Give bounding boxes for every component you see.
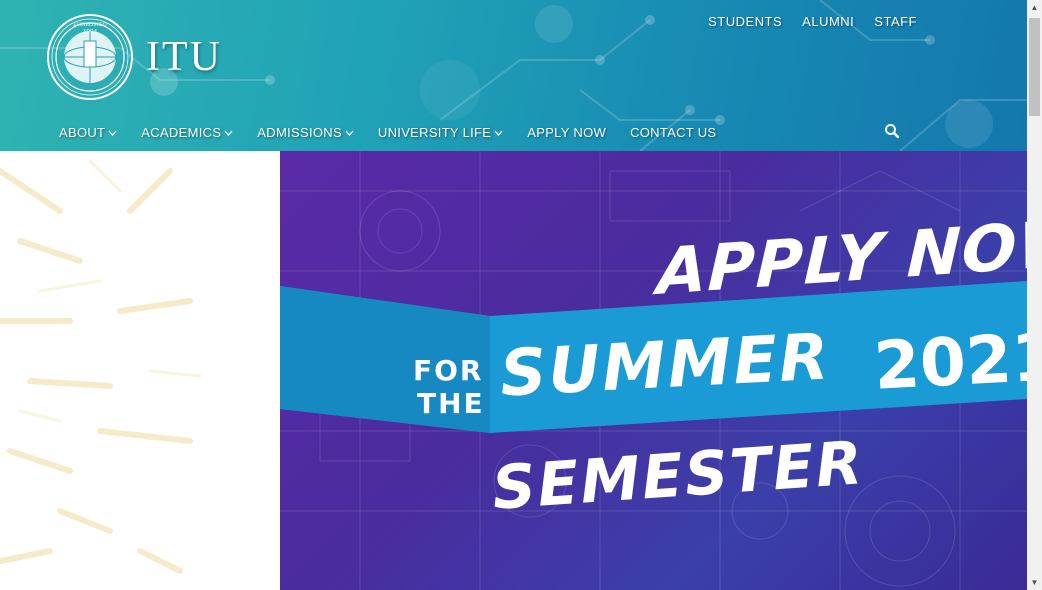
site-header: ESTABLISHED 1994 ITU STUDENTS ALUMNI STA…	[0, 0, 1027, 151]
nav-item-admissions[interactable]: ADMISSIONS	[257, 125, 354, 140]
hero-side-panel	[0, 151, 280, 590]
hero-for: FOR	[413, 354, 484, 387]
main-nav: ABOUT ACADEMICS ADMISSIONS UNIVERSITY LI…	[59, 125, 740, 140]
nav-label: ABOUT	[59, 125, 106, 140]
scroll-down-arrow-icon[interactable]: ▼	[1027, 575, 1042, 590]
utility-link-students[interactable]: STUDENTS	[708, 14, 782, 29]
chevron-down-icon	[494, 130, 503, 136]
chevron-down-icon	[224, 130, 233, 136]
hero-the: THE	[417, 387, 485, 420]
utility-link-alumni[interactable]: ALUMNI	[802, 14, 854, 29]
nav-item-academics[interactable]: ACADEMICS	[141, 125, 233, 140]
nav-item-apply-now[interactable]: APPLY NOW	[527, 125, 606, 140]
svg-text:1994: 1994	[83, 28, 98, 36]
scroll-thumb[interactable]	[1029, 18, 1040, 116]
nav-label: ADMISSIONS	[257, 125, 342, 140]
hero-year: 2021	[872, 318, 1027, 405]
scroll-up-arrow-icon[interactable]: ▲	[1027, 0, 1042, 15]
nav-item-about[interactable]: ABOUT	[59, 125, 117, 140]
nav-label: APPLY NOW	[527, 125, 607, 140]
nav-item-contact-us[interactable]: CONTACT US	[630, 125, 716, 140]
chevron-down-icon	[108, 130, 117, 136]
nav-label: CONTACT US	[630, 125, 717, 140]
vertical-scrollbar[interactable]: ▲ ▼	[1027, 0, 1042, 590]
nav-label: ACADEMICS	[141, 125, 222, 140]
utility-link-staff[interactable]: STAFF	[874, 14, 917, 29]
search-icon[interactable]	[884, 123, 900, 139]
utility-nav: STUDENTS ALUMNI STAFF	[708, 14, 917, 29]
university-seal-logo[interactable]: ESTABLISHED 1994	[46, 13, 134, 101]
hero-banner[interactable]: APPLY NOW FOR THE SUMMER 2021 SEMESTER	[280, 151, 1027, 590]
nav-item-university-life[interactable]: UNIVERSITY LIFE	[378, 125, 503, 140]
light-rays-decoration	[0, 159, 202, 574]
logo-wordmark[interactable]: ITU	[146, 33, 222, 81]
chevron-down-icon	[345, 130, 354, 136]
nav-label: UNIVERSITY LIFE	[377, 125, 492, 140]
